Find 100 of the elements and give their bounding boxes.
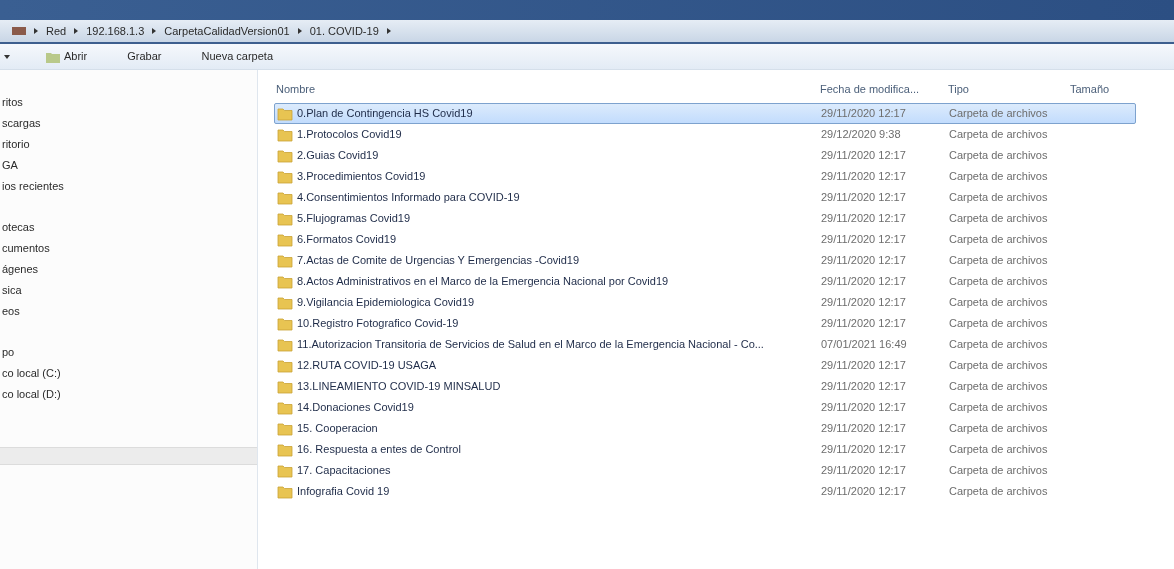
date-cell-text: 29/11/2020 12:17 (820, 358, 907, 374)
file-row[interactable]: 11.Autorizacion Transitoria de Servicios de Salud en el Marco de la Emergencia Nacional - Co... 07/01/2021 16:49 Carpeta de archivos (274, 334, 1136, 355)
sidebar-item[interactable]: co local (D:) (0, 384, 257, 405)
file-row[interactable]: 14.Donaciones Covid19 29/11/2020 12:17 Carpeta de archivos (274, 397, 1136, 418)
file-name: 15. Cooperacion (297, 421, 378, 437)
type-cell-text: Carpeta de archivos (948, 253, 1049, 269)
file-name: 12.RUTA COVID-19 USAGA (297, 358, 437, 374)
date-cell-text: 29/11/2020 12:17 (820, 274, 907, 290)
file-row[interactable]: 13.LINEAMIENTO COVID-19 MINSALUD 29/11/2020 12:17 Carpeta de archivos (274, 376, 1136, 397)
sidebar-item[interactable]: co local (C:) (0, 363, 257, 384)
column-header[interactable]: Nombre (274, 80, 818, 98)
date-cell-text: 29/11/2020 12:17 (820, 169, 907, 185)
file-name: 14.Donaciones Covid19 (297, 400, 414, 416)
sidebar-item[interactable]: eos (0, 301, 257, 322)
type-cell-text: Carpeta de archivos (948, 148, 1049, 164)
caret-icon[interactable] (4, 54, 10, 59)
folder-icon (277, 442, 293, 457)
folder-icon (277, 127, 293, 142)
sidebar-item[interactable]: ios recientes (0, 176, 257, 197)
chevron-right-icon[interactable] (386, 28, 391, 34)
file-name: 7.Actas de Comite de Urgencias Y Emergencias -Covid19 (297, 253, 580, 269)
folder-icon (277, 148, 293, 163)
date-cell-text: 29/11/2020 12:17 (820, 421, 907, 437)
file-row[interactable]: Infografia Covid 19 29/11/2020 12:17 Carpeta de archivos (274, 481, 1136, 502)
file-row[interactable]: 17. Capacitaciones 29/11/2020 12:17 Carpeta de archivos (274, 460, 1136, 481)
sidebar-item[interactable]: otecas (0, 217, 257, 238)
file-row[interactable]: 7.Actas de Comite de Urgencias Y Emergencias -Covid19 29/11/2020 12:17 Carpeta de archivos (274, 250, 1136, 271)
folder-icon (46, 50, 60, 63)
type-cell-text: Carpeta de archivos (948, 421, 1049, 437)
file-row[interactable]: 8.Actos Administrativos en el Marco de la Emergencia Nacional por Covid19 29/11/2020 12:17 Carpeta de archivos (274, 271, 1136, 292)
address-bar[interactable]: Red 192.168.1.3 CarpetaCalidadVersion01 01. COVID-19 (0, 20, 1174, 44)
file-name: 10.Registro Fotografico Covid-19 (297, 316, 459, 332)
scrollbar[interactable] (0, 447, 257, 465)
folder-icon (277, 106, 293, 121)
sidebar-item[interactable]: GA (0, 155, 257, 176)
file-row[interactable]: 3.Procedimientos Covid19 29/11/2020 12:17 Carpeta de archivos (274, 166, 1136, 187)
breadcrumb-item[interactable]: CarpetaCalidadVersion01 (164, 22, 290, 40)
file-name: 1.Protocolos Covid19 (297, 127, 402, 143)
file-name: 4.Consentimientos Informado para COVID-19 (297, 190, 520, 206)
folder-icon (277, 358, 293, 373)
file-row[interactable]: 12.RUTA COVID-19 USAGA 29/11/2020 12:17 Carpeta de archivos (274, 355, 1136, 376)
type-cell-text: Carpeta de archivos (948, 274, 1049, 290)
toolbar-button[interactable]: Abrir (42, 48, 92, 65)
folder-icon (277, 211, 293, 226)
file-row[interactable]: 16. Respuesta a entes de Control 29/11/2020 12:17 Carpeta de archivos (274, 439, 1136, 460)
date-cell-text: 29/11/2020 12:17 (820, 148, 907, 164)
date-cell-text: 29/11/2020 12:17 (820, 463, 907, 479)
folder-icon (277, 463, 293, 478)
folder-icon (277, 400, 293, 415)
chevron-right-icon[interactable] (34, 28, 38, 34)
file-name: 2.Guias Covid19 (297, 148, 379, 164)
column-header[interactable]: Tipo (942, 80, 1064, 98)
file-row[interactable]: 6.Formatos Covid19 29/11/2020 12:17 Carpeta de archivos (274, 229, 1136, 250)
file-row[interactable]: 5.Flujogramas Covid19 29/11/2020 12:17 Carpeta de archivos (274, 208, 1136, 229)
type-cell-text: Carpeta de archivos (948, 400, 1049, 416)
folder-icon (277, 190, 293, 205)
column-header[interactable]: Tamaño (1064, 80, 1144, 98)
file-row[interactable]: 0.Plan de Contingencia HS Covid19 29/11/2020 12:17 Carpeta de archivos (274, 103, 1136, 124)
date-cell-text: 07/01/2021 16:49 (820, 337, 908, 353)
file-name: 16. Respuesta a entes de Control (297, 442, 461, 458)
date-cell-text: 29/11/2020 12:17 (820, 106, 907, 122)
chevron-right-icon[interactable] (152, 28, 157, 34)
toolbar-button[interactable]: Grabar (123, 48, 166, 65)
file-row[interactable]: 4.Consentimientos Informado para COVID-19 29/11/2020 12:17 Carpeta de archivos (274, 187, 1136, 208)
column-header[interactable]: Fecha de modifica... (818, 80, 942, 98)
breadcrumb-item[interactable]: 192.168.1.3 (86, 22, 145, 40)
type-cell-text: Carpeta de archivos (948, 379, 1049, 395)
file-row[interactable]: 9.Vigilancia Epidemiologica Covid19 29/11/2020 12:17 Carpeta de archivos (274, 292, 1136, 313)
file-name: 3.Procedimientos Covid19 (297, 169, 426, 185)
file-row[interactable]: 15. Cooperacion 29/11/2020 12:17 Carpeta de archivos (274, 418, 1136, 439)
date-cell-text: 29/11/2020 12:17 (820, 232, 907, 248)
breadcrumb-item[interactable]: 01. COVID-19 (309, 22, 379, 40)
toolbar-button[interactable]: Nueva carpeta (197, 48, 278, 65)
folder-icon (277, 295, 293, 310)
sidebar-item[interactable]: ágenes (0, 259, 257, 280)
file-row[interactable]: 2.Guias Covid19 29/11/2020 12:17 Carpeta de archivos (274, 145, 1136, 166)
file-row[interactable]: 1.Protocolos Covid19 29/12/2020 9:38 Carpeta de archivos (274, 124, 1136, 145)
date-cell-text: 29/11/2020 12:17 (820, 379, 907, 395)
chevron-right-icon[interactable] (74, 28, 79, 34)
type-cell-text: Carpeta de archivos (948, 337, 1049, 353)
file-name: 9.Vigilancia Epidemiologica Covid19 (297, 295, 475, 311)
type-cell-text: Carpeta de archivos (948, 232, 1049, 248)
chevron-right-icon[interactable] (297, 28, 302, 34)
breadcrumb-item[interactable]: Red (46, 22, 67, 40)
file-row[interactable]: 10.Registro Fotografico Covid-19 29/11/2020 12:17 Carpeta de archivos (274, 313, 1136, 334)
folder-icon (277, 316, 293, 331)
sidebar-item[interactable]: sica (0, 280, 257, 301)
type-cell-text: Carpeta de archivos (948, 211, 1049, 227)
date-cell-text: 29/11/2020 12:17 (820, 442, 907, 458)
sidebar-item[interactable]: cumentos (0, 238, 257, 259)
sidebar-item[interactable]: scargas (0, 113, 257, 134)
sidebar-item[interactable]: ritos (0, 92, 257, 113)
sidebar-item[interactable]: po (0, 342, 257, 363)
type-cell-text: Carpeta de archivos (948, 463, 1049, 479)
folder-icon (277, 232, 293, 247)
file-name: 5.Flujogramas Covid19 (297, 211, 411, 227)
sidebar-item[interactable]: ritorio (0, 134, 257, 155)
type-cell-text: Carpeta de archivos (948, 295, 1049, 311)
type-cell-text: Carpeta de archivos (948, 169, 1049, 185)
type-cell-text: Carpeta de archivos (948, 316, 1049, 332)
